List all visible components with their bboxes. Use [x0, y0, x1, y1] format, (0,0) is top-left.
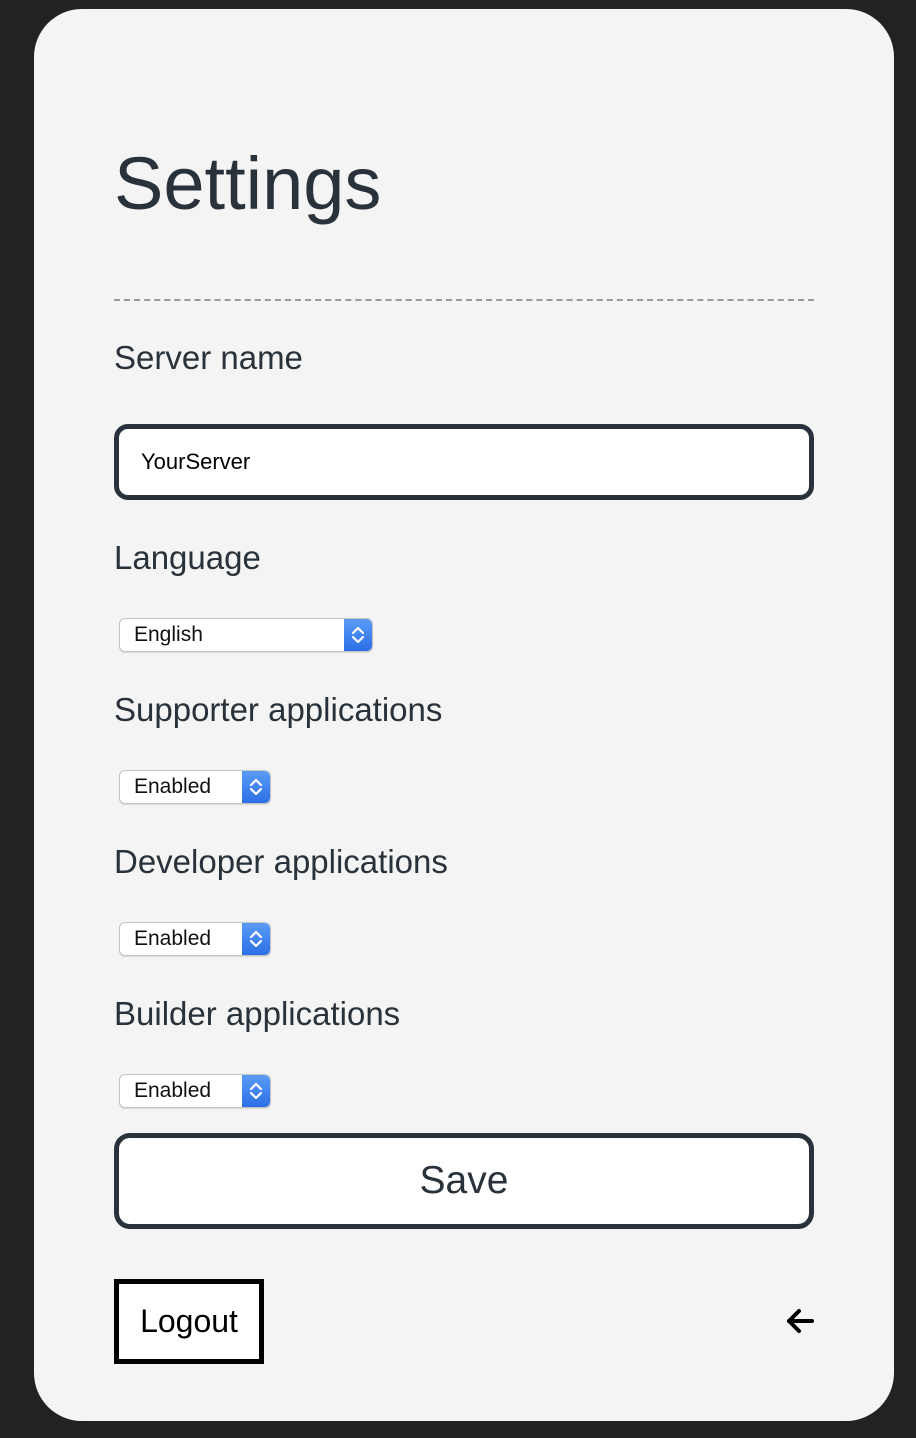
- settings-card: Settings Server name Language English Su…: [34, 9, 894, 1421]
- supporter-applications-select[interactable]: Enabled: [119, 770, 271, 804]
- logout-button[interactable]: Logout: [114, 1279, 264, 1364]
- language-select-value: English: [134, 623, 203, 646]
- language-label: Language: [114, 539, 261, 576]
- builder-applications-select-value: Enabled: [134, 1079, 212, 1102]
- builder-applications-label: Builder applications: [114, 995, 401, 1032]
- builder-applications-select[interactable]: Enabled: [119, 1074, 271, 1108]
- page-title: Settings: [114, 142, 382, 225]
- developer-applications-label: Developer applications: [114, 843, 448, 880]
- select-chevron-icon: [242, 923, 270, 955]
- developer-applications-select[interactable]: Enabled: [119, 922, 271, 956]
- select-chevron-icon: [242, 1075, 270, 1107]
- title-divider: [114, 299, 814, 301]
- supporter-applications-select-value: Enabled: [134, 775, 212, 798]
- save-button[interactable]: Save: [114, 1133, 814, 1229]
- arrow-left-icon[interactable]: [784, 1305, 816, 1337]
- server-name-input[interactable]: [114, 424, 814, 500]
- developer-applications-select-value: Enabled: [134, 927, 212, 950]
- select-chevron-icon: [344, 619, 372, 651]
- server-name-label: Server name: [114, 339, 303, 376]
- language-select[interactable]: English: [119, 618, 373, 652]
- supporter-applications-label: Supporter applications: [114, 691, 443, 728]
- select-chevron-icon: [242, 771, 270, 803]
